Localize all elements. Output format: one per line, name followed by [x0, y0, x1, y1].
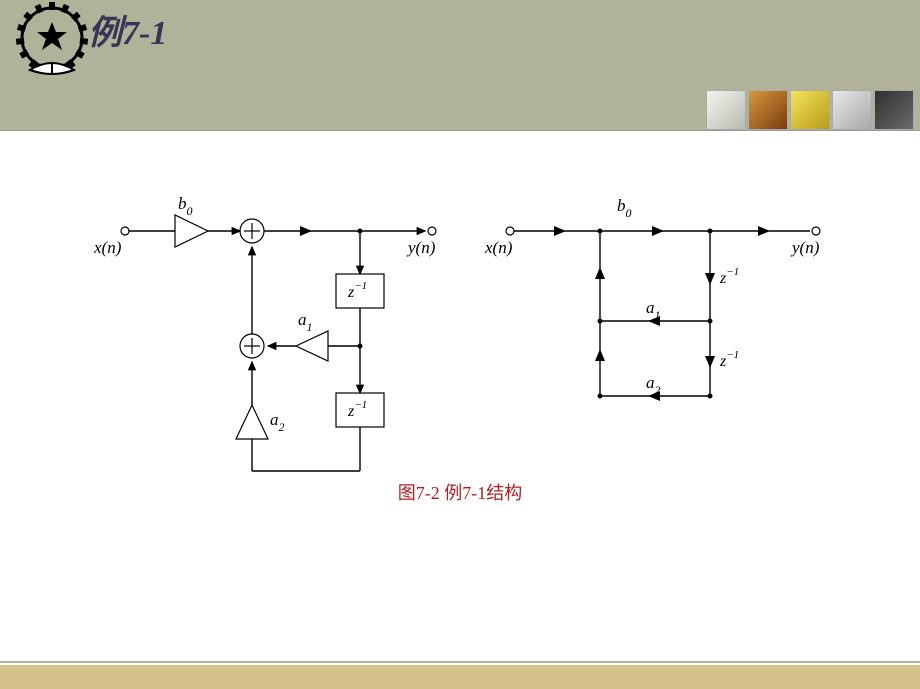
svg-text:a1: a1	[646, 298, 661, 322]
left-a2: a	[270, 410, 279, 429]
footer-bar	[0, 663, 920, 689]
left-b0: b	[178, 194, 187, 213]
svg-text:a1: a1	[298, 310, 313, 334]
svg-text:z−1: z−1	[719, 349, 739, 370]
svg-text:a2: a2	[646, 373, 661, 397]
figure-caption: 图7-2 例7-1结构	[0, 479, 920, 505]
right-a2: a	[646, 373, 655, 392]
thumb-4	[832, 90, 872, 130]
badge-icon	[12, 0, 92, 99]
svg-text:b0: b0	[617, 196, 632, 220]
right-a1: a	[646, 298, 655, 317]
left-input-label: x(n)	[93, 238, 122, 257]
left-a1: a	[298, 310, 307, 329]
right-b0: b	[617, 196, 626, 215]
svg-text:z−1: z−1	[719, 266, 739, 287]
right-input-label: x(n)	[484, 238, 513, 257]
block-diagram: x(n) b0 y(n) z−1 a1	[90, 171, 850, 491]
right-output-label: y(n)	[790, 238, 820, 257]
thumb-5	[874, 90, 914, 130]
thumb-3	[790, 90, 830, 130]
svg-text:b0: b0	[178, 194, 193, 218]
left-output-label: y(n)	[406, 238, 436, 257]
svg-text:a2: a2	[270, 410, 285, 434]
thumb-2	[748, 90, 788, 130]
slide-title: 例7-1	[88, 5, 167, 54]
thumb-1	[706, 90, 746, 130]
thumbnail-strip	[706, 90, 914, 130]
